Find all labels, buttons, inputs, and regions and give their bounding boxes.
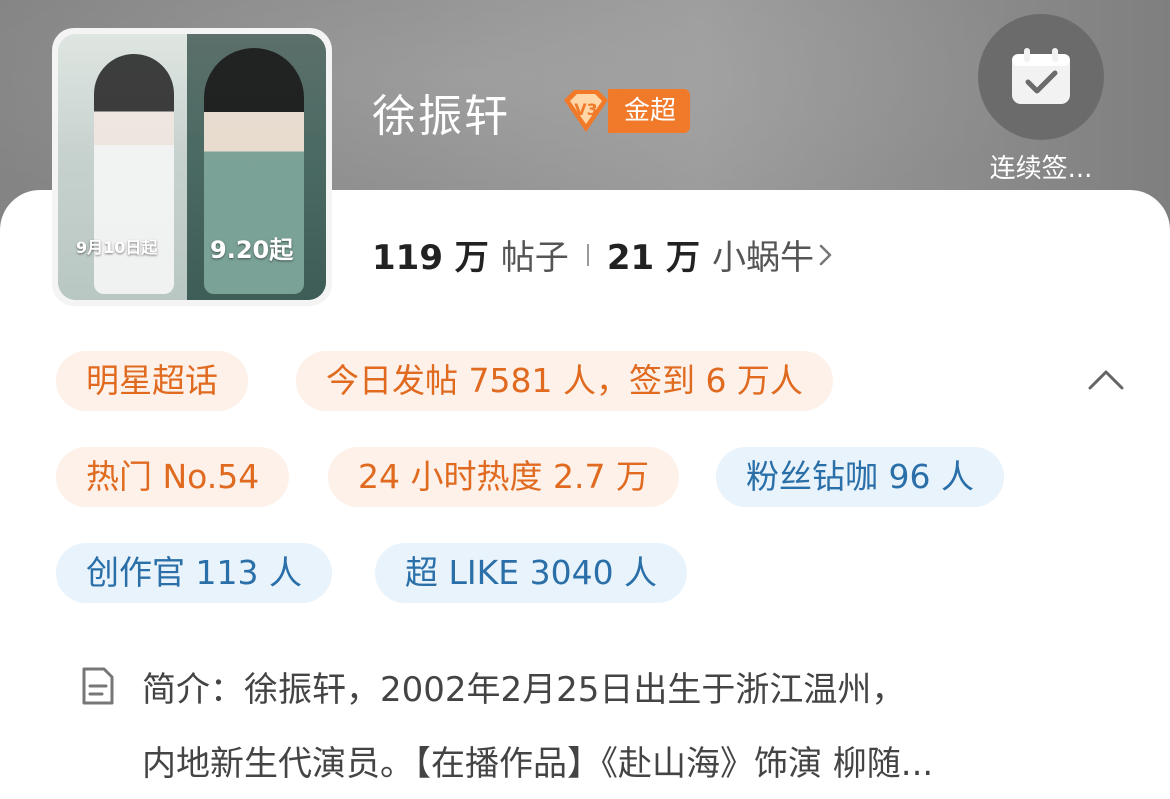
- document-icon: [82, 667, 114, 705]
- chip-hot-rank[interactable]: 热门 No.54: [56, 447, 290, 507]
- posts-count: 119 万: [372, 238, 489, 278]
- calendar-check-icon: [1012, 48, 1070, 104]
- badge-label: 金超: [608, 89, 691, 133]
- topic-avatar[interactable]: 9月10日起 9.20起: [52, 28, 332, 306]
- followers-link[interactable]: 21 万 小蜗牛: [607, 230, 834, 279]
- svg-text:V3: V3: [574, 100, 598, 119]
- checkin-label: 连续签...: [989, 154, 1093, 184]
- supertopic-page: 9月10日起 9.20起 徐振轩 V3 金超 连续签... 119 万 帖子 2…: [0, 0, 1170, 799]
- chip-star-topic[interactable]: 明星超话: [56, 351, 248, 411]
- posts-label: 帖子: [500, 238, 569, 278]
- gem-badge-icon: V3: [564, 90, 608, 132]
- intro-text-line1[interactable]: 简介：徐振轩，2002年2月25日出生于浙江温州，: [142, 662, 905, 711]
- stats-divider: [586, 243, 589, 266]
- chevron-up-icon[interactable]: [1086, 360, 1126, 400]
- stats-row: 119 万 帖子 21 万 小蜗牛: [372, 230, 834, 279]
- followers-label: 小蜗牛: [711, 238, 814, 278]
- poster-date-right: 9.20起: [210, 236, 294, 264]
- intro-text-line2[interactable]: 内地新生代演员。【在播作品】《赴山海》饰演 柳随...: [142, 736, 933, 785]
- chip-24h-heat[interactable]: 24 小时热度 2.7 万: [328, 447, 679, 507]
- avatar-poster-image: 9月10日起 9.20起: [58, 34, 326, 300]
- poster-date-left: 9月10日起: [76, 238, 158, 257]
- chevron-right-icon: [819, 244, 832, 265]
- chip-daily-stats[interactable]: 今日发帖 7581 人，签到 6 万人: [296, 351, 833, 411]
- chip-super-like[interactable]: 超 LIKE 3040 人: [375, 543, 688, 603]
- topic-title: 徐振轩: [372, 91, 510, 142]
- gold-super-badge[interactable]: V3 金超: [556, 86, 691, 136]
- checkin-button[interactable]: 连续签...: [976, 14, 1106, 185]
- followers-count: 21 万: [606, 238, 700, 278]
- chip-creators[interactable]: 创作官 113 人: [56, 543, 332, 603]
- chip-diamond-fans[interactable]: 粉丝钻咖 96 人: [716, 447, 1004, 507]
